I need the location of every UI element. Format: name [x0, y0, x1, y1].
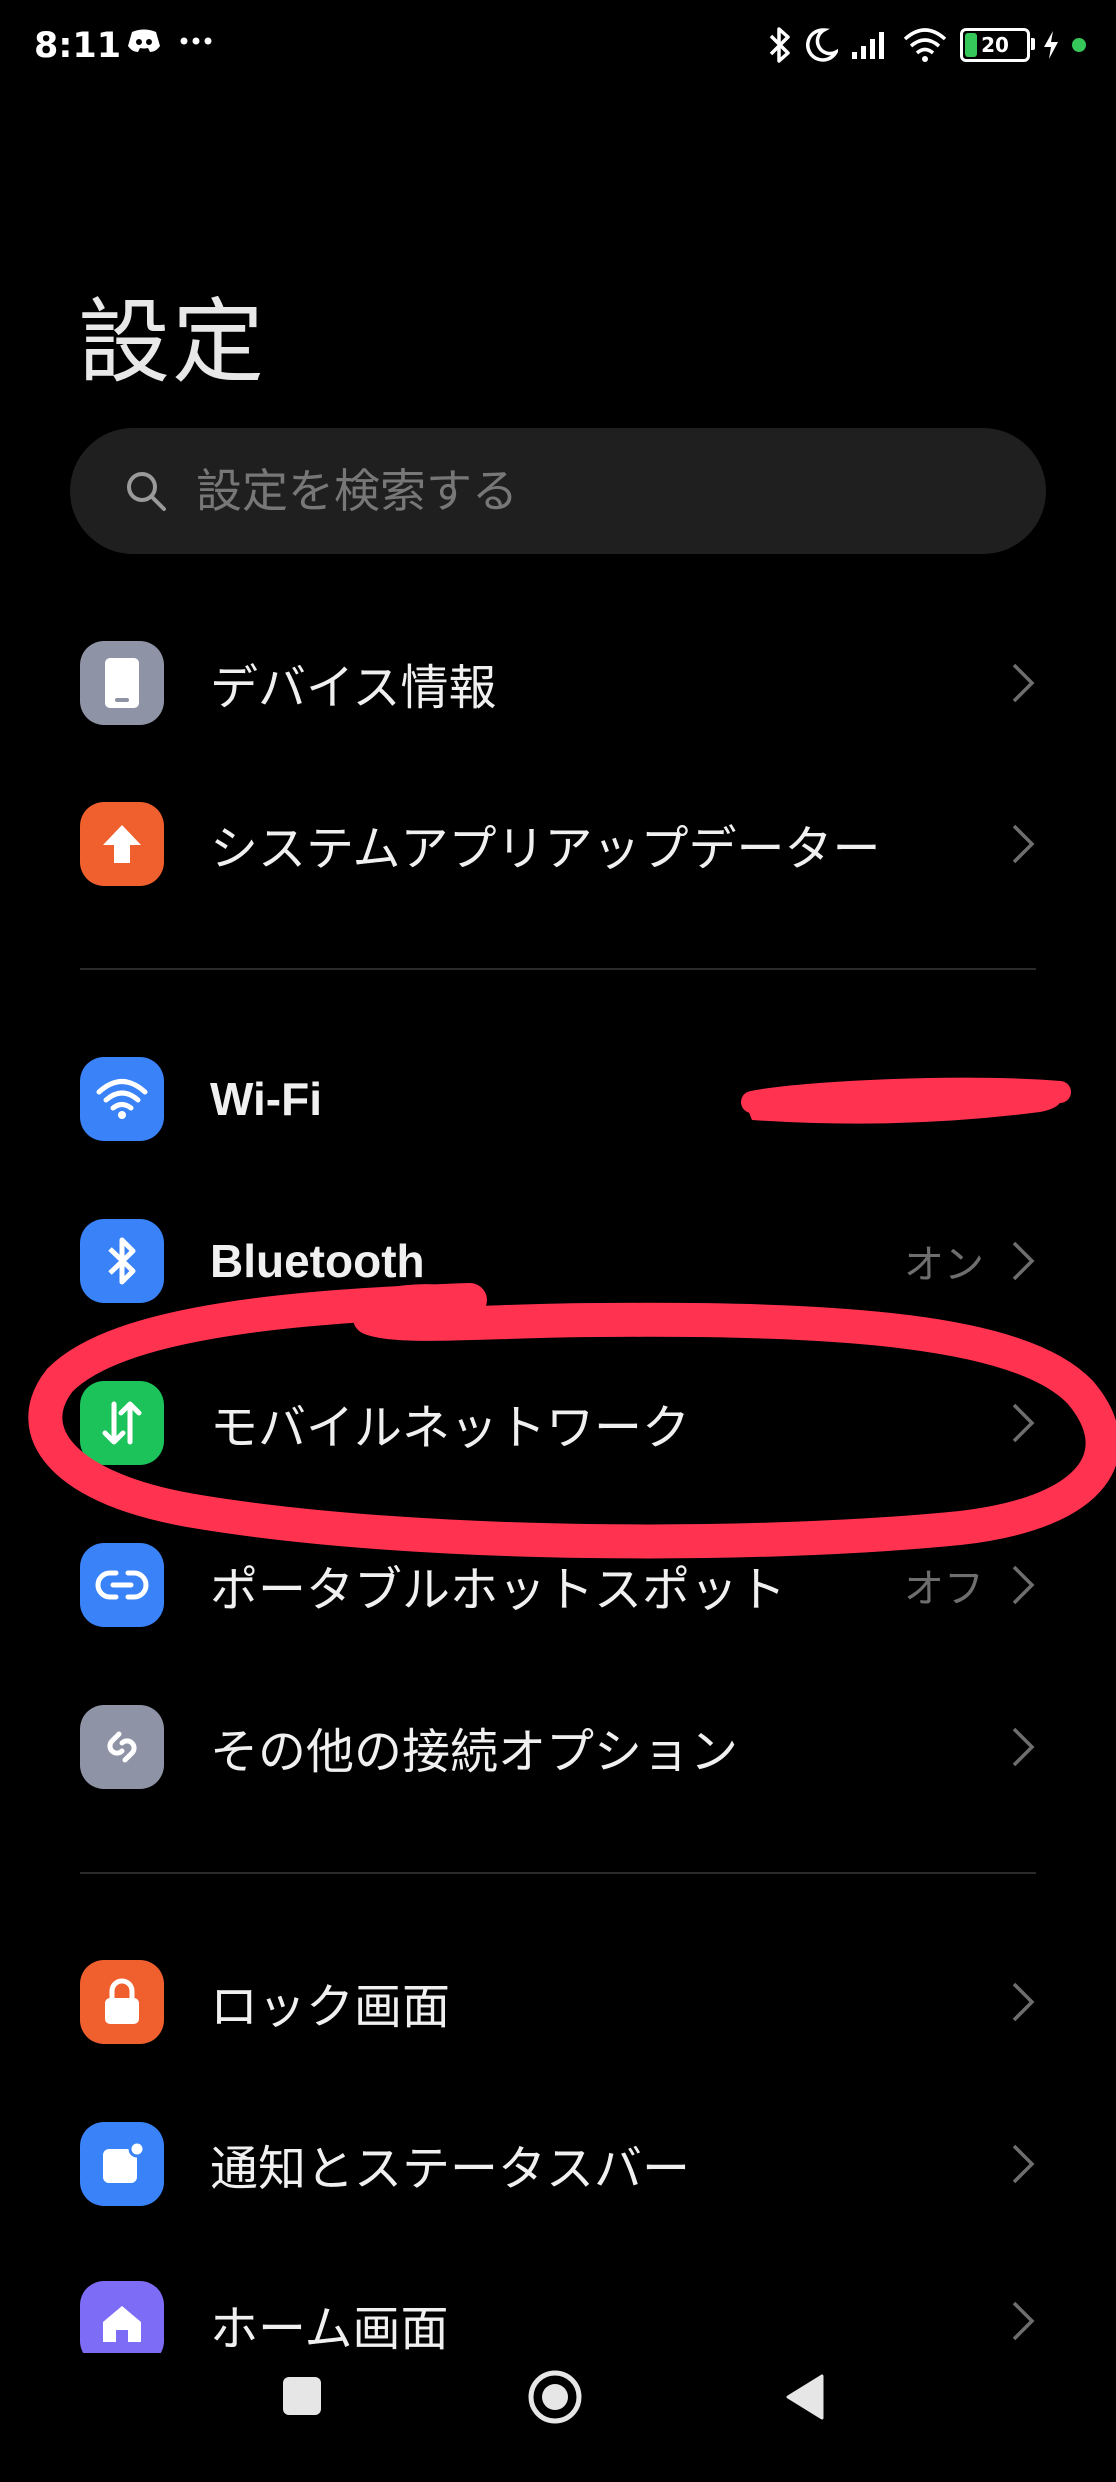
data-arrows-icon — [80, 1381, 164, 1465]
status-time: 8:11 — [34, 26, 122, 66]
settings-item-value: オフ — [904, 1566, 984, 1612]
link-icon — [80, 1705, 164, 1789]
upload-arrow-icon — [80, 802, 164, 886]
settings-item-label: ポータブルホットスポット — [210, 1562, 787, 1618]
settings-item-label: その他の接続オプション — [210, 1724, 739, 1780]
recents-square-icon[interactable] — [280, 2374, 324, 2418]
search-bar[interactable] — [70, 428, 1046, 554]
settings-item-device-info[interactable]: デバイス情報 — [0, 602, 1116, 764]
chevron-right-icon — [1012, 2144, 1035, 2184]
privacy-indicator — [1072, 38, 1086, 52]
settings-item-lock-screen[interactable]: ロック画面 — [0, 1921, 1116, 2083]
settings-item-portable-hotspot[interactable]: ポータブルホットスポット オフ — [0, 1504, 1116, 1666]
chevron-right-icon — [1012, 1565, 1035, 1605]
settings-item-bluetooth[interactable]: Bluetooth オン — [0, 1180, 1116, 1342]
bluetooth-icon — [80, 1219, 164, 1303]
settings-item-label: デバイス情報 — [210, 660, 497, 716]
search-input[interactable] — [194, 463, 998, 519]
hotspot-icon — [80, 1543, 164, 1627]
section-divider — [80, 1872, 1036, 1874]
settings-item-label: Bluetooth — [210, 1235, 425, 1287]
settings-item-value: オン — [904, 1242, 984, 1288]
settings-item-label: ロック画面 — [210, 1979, 451, 2035]
bluetooth-icon — [769, 27, 790, 63]
navigation-bar — [0, 2332, 1116, 2482]
settings-item-notifications-status-bar[interactable]: 通知とステータスバー — [0, 2083, 1116, 2245]
wifi-icon — [80, 1057, 164, 1141]
signal-icon — [852, 32, 884, 59]
charging-icon — [1044, 31, 1058, 59]
settings-item-mobile-network[interactable]: モバイルネットワーク — [0, 1342, 1116, 1504]
home-circle-icon[interactable] — [526, 2368, 584, 2426]
back-triangle-icon[interactable] — [782, 2372, 826, 2422]
settings-item-system-app-updater[interactable]: システムアプリアップデーター — [0, 763, 1116, 925]
settings-item-label: Wi-Fi — [210, 1073, 322, 1125]
settings-item-wifi[interactable]: Wi-Fi — [0, 1018, 1116, 1180]
wifi-icon — [903, 28, 947, 62]
battery-level: 20 — [981, 33, 1009, 57]
settings-item-label: 通知とステータスバー — [210, 2141, 691, 2197]
battery-icon: 20 — [960, 28, 1035, 62]
more-dots-icon — [180, 37, 212, 45]
page-title: 設定 — [78, 289, 267, 396]
chevron-right-icon — [1012, 1241, 1035, 1281]
section-divider — [80, 968, 1036, 970]
search-icon — [127, 472, 166, 511]
phone-icon — [80, 641, 164, 725]
status-bar: 8:11 20 — [0, 0, 1116, 96]
moon-icon — [806, 28, 838, 62]
settings-item-label: システムアプリアップデーター — [210, 821, 881, 877]
settings-item-label: モバイルネットワーク — [210, 1400, 691, 1456]
settings-item-other-connection-options[interactable]: その他の接続オプション — [0, 1666, 1116, 1828]
lock-icon — [80, 1960, 164, 2044]
chevron-right-icon — [1012, 663, 1035, 703]
chevron-right-icon — [1012, 1982, 1035, 2022]
chevron-right-icon — [1012, 824, 1035, 864]
chevron-right-icon — [1012, 1727, 1035, 1767]
notification-icon — [80, 2122, 164, 2206]
chevron-right-icon — [1012, 1403, 1035, 1443]
discord-icon — [128, 29, 160, 52]
